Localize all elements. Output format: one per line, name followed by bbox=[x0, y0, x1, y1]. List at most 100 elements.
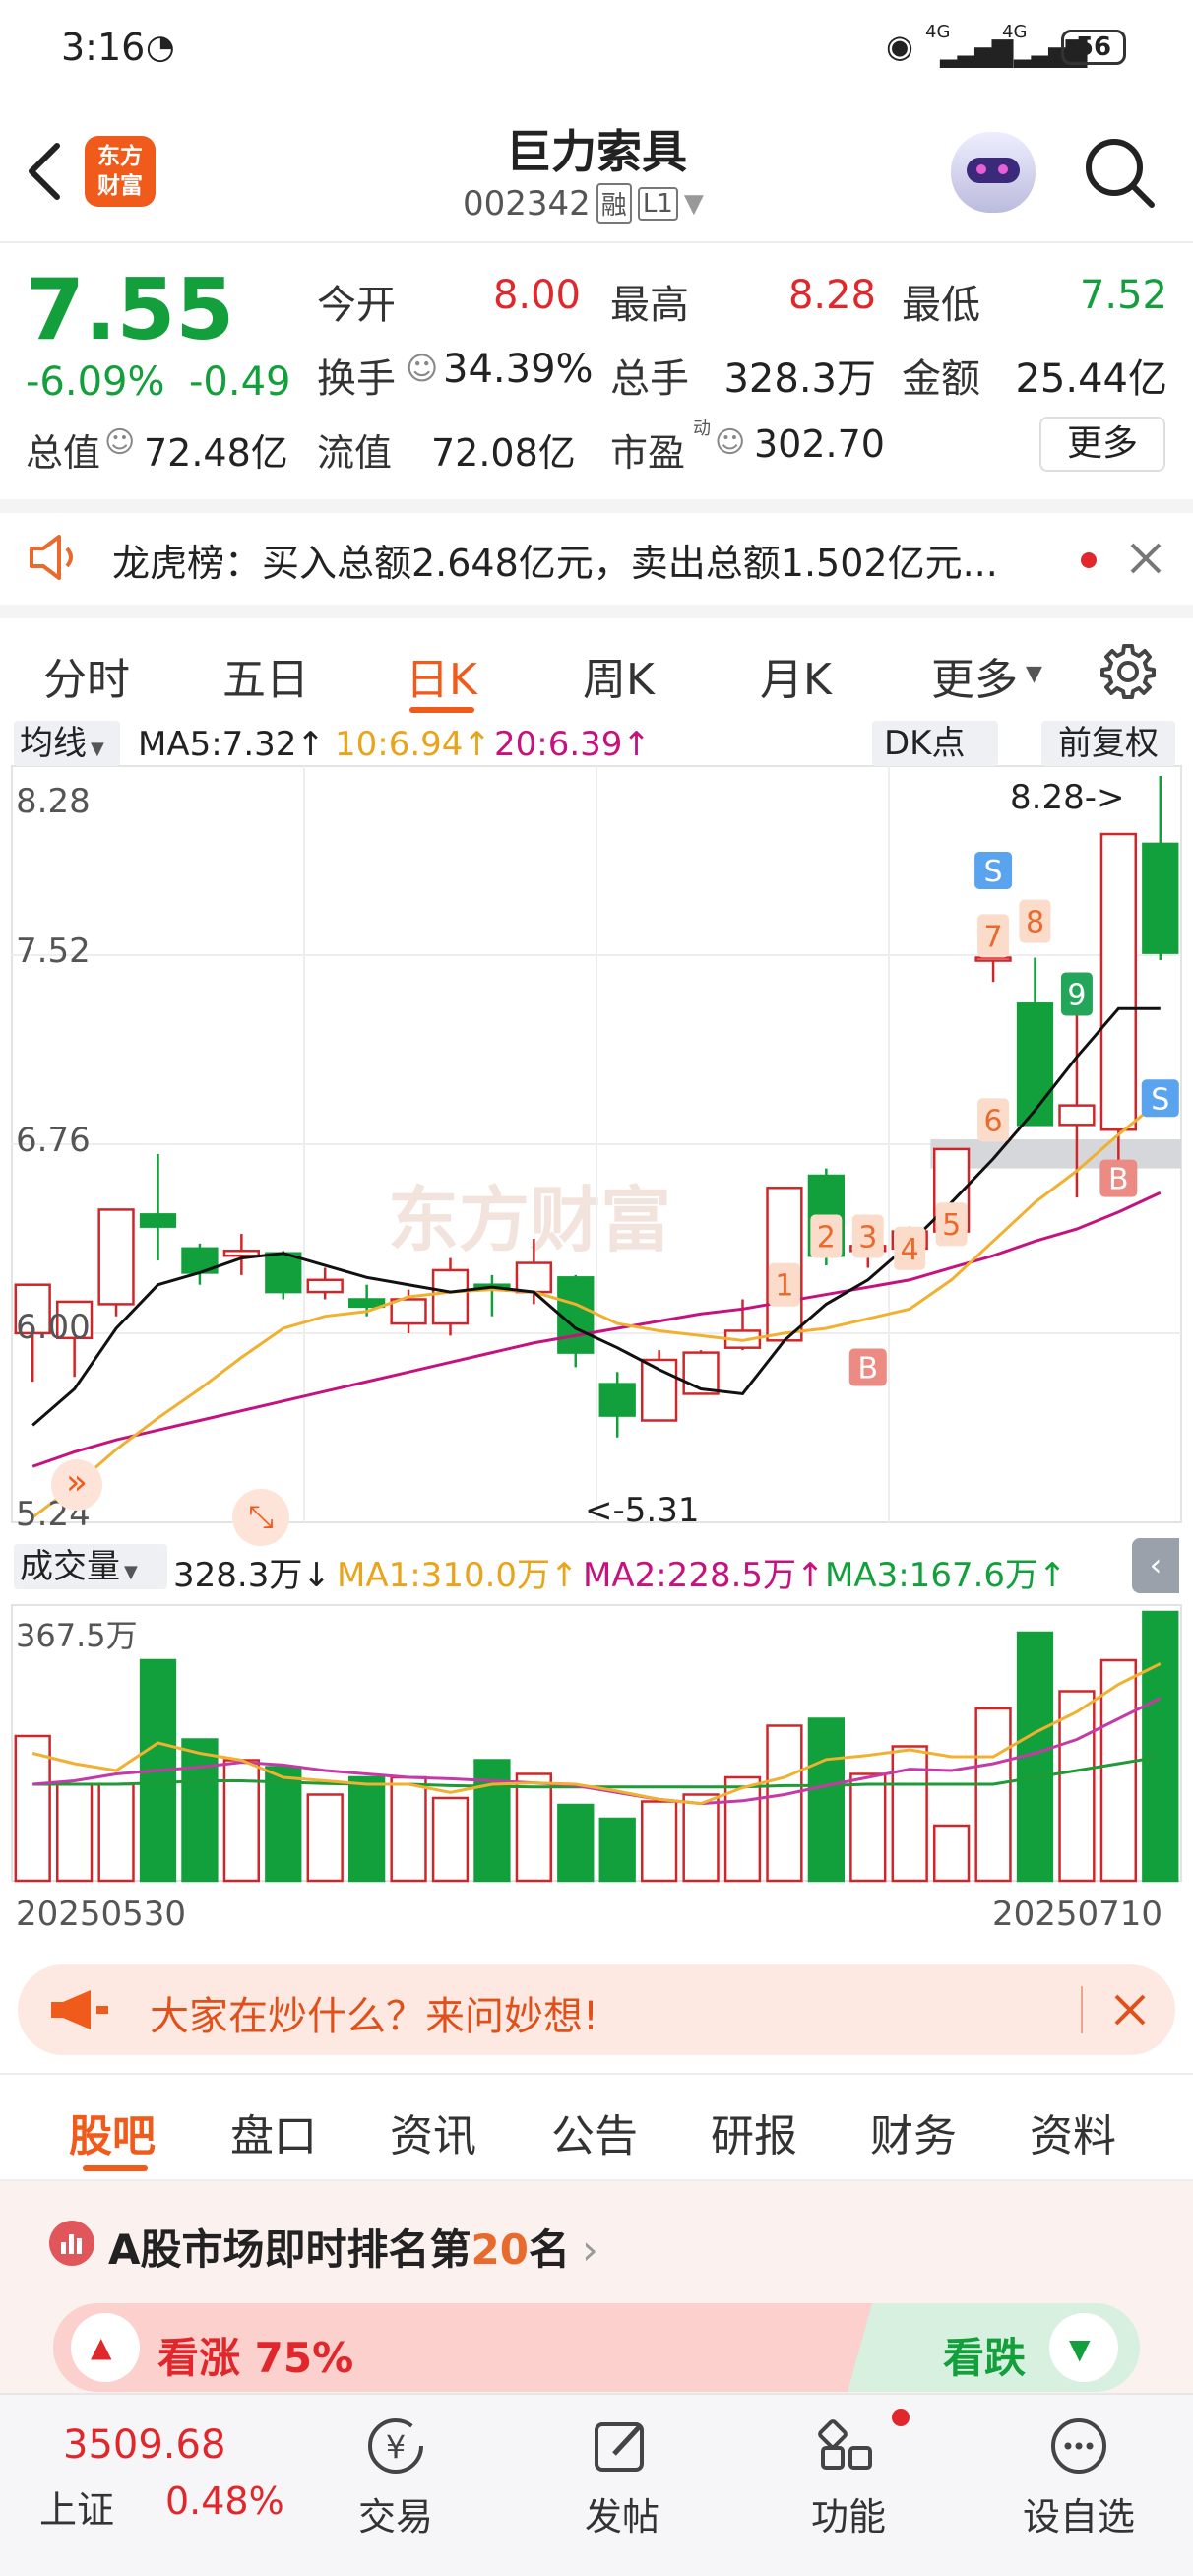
end-date: 20250710 bbox=[992, 1895, 1163, 1934]
rank-text[interactable]: A股市场即时排名第20名 › bbox=[108, 2217, 598, 2277]
volume-bar bbox=[891, 1745, 928, 1883]
volume-bar bbox=[932, 1824, 971, 1883]
candle-body bbox=[1142, 842, 1179, 954]
down-arrow-icon: ▼ bbox=[1069, 2333, 1091, 2365]
notice-bar[interactable]: 龙虎榜：买入总额2.648亿元，卖出总额1.502亿元... bbox=[0, 499, 1193, 605]
rank-chart-icon bbox=[49, 2221, 94, 2266]
tab-news[interactable]: 资讯 bbox=[390, 2100, 476, 2163]
float-label: 流值 bbox=[317, 431, 393, 475]
volume-bar bbox=[306, 1793, 344, 1883]
change-pct: -6.09% bbox=[26, 359, 165, 405]
signal1-icon: ▂▃▅▇ bbox=[940, 35, 1013, 68]
add-watchlist-label: 设自选 bbox=[1022, 2495, 1135, 2539]
assistant-robot-icon[interactable] bbox=[951, 132, 1036, 213]
open-value: 8.00 bbox=[492, 273, 581, 318]
rank-number: 20 bbox=[471, 2225, 529, 2274]
more-button[interactable]: 更多 bbox=[1039, 417, 1165, 472]
notice-text: 龙虎榜：买入总额2.648亿元，卖出总额1.502亿元... bbox=[112, 542, 998, 585]
bear-button[interactable]: ▼ bbox=[1049, 2313, 1118, 2382]
tab-weekly-k[interactable]: 周K bbox=[583, 644, 655, 707]
volume-bar bbox=[807, 1717, 846, 1883]
candle-body bbox=[1058, 1104, 1096, 1127]
ma20-label: 20:6.39↑ bbox=[494, 725, 651, 764]
tab-finance[interactable]: 财务 bbox=[870, 2100, 957, 2163]
tab-announcements[interactable]: 公告 bbox=[551, 2100, 638, 2163]
volume-bar bbox=[557, 1803, 595, 1883]
close-icon[interactable] bbox=[1112, 1992, 1148, 2028]
settings-gear-icon[interactable] bbox=[1099, 642, 1158, 701]
volume-bar bbox=[766, 1724, 803, 1883]
volume-bar bbox=[473, 1759, 511, 1883]
candle-body bbox=[598, 1383, 636, 1417]
stock-code-row[interactable]: 002342 融 L1 ▼ bbox=[463, 183, 704, 224]
unread-dot bbox=[1081, 552, 1097, 568]
candle-body bbox=[390, 1298, 427, 1325]
post-button[interactable]: 发帖 bbox=[573, 2415, 671, 2541]
ai-banner[interactable]: 大家在炒什么？来问妙想! bbox=[18, 1964, 1175, 2055]
tab-research[interactable]: 研报 bbox=[711, 2100, 797, 2163]
amount-value: 25.44亿 bbox=[1015, 356, 1167, 402]
open-label: 今开 bbox=[317, 283, 396, 328]
tab-guba[interactable]: 股吧 bbox=[69, 2100, 156, 2163]
content-tabs: 股吧 盘口 资讯 公告 研报 财务 资料 bbox=[0, 2073, 1193, 2181]
tab-minute[interactable]: 分时 bbox=[43, 644, 130, 707]
rank-prefix: A股市场即时排名第 bbox=[108, 2225, 471, 2274]
tab-daily-k[interactable]: 日K bbox=[406, 644, 477, 707]
dk-point-button[interactable]: DK点 bbox=[872, 721, 998, 766]
tab-more[interactable]: 更多 bbox=[931, 644, 1018, 707]
pe-label: 市盈 bbox=[610, 431, 686, 475]
adjust-button[interactable]: 前复权 bbox=[1041, 721, 1175, 766]
signal-label: 3 bbox=[858, 1221, 877, 1256]
status-bar: 3:16 ◔ ◉ 4G ▂▃▅▇ 4G ▂▃▅▇ 56 bbox=[0, 0, 1193, 98]
functions-button[interactable]: 功能 bbox=[799, 2415, 898, 2541]
level-tag: L1 bbox=[637, 186, 678, 221]
bottom-toolbar: 3509.68 上证 0.48% ¥ 交易 发帖 功能 设自选 bbox=[0, 2393, 1193, 2576]
functions-badge-dot bbox=[892, 2409, 910, 2426]
add-watchlist-button[interactable]: 设自选 bbox=[1020, 2415, 1138, 2541]
expand-left-icon[interactable]: » bbox=[51, 1459, 102, 1511]
candle-body bbox=[347, 1298, 386, 1309]
candle-body bbox=[557, 1276, 595, 1354]
edit-icon bbox=[595, 2422, 644, 2472]
index-value[interactable]: 3509.68 bbox=[63, 2422, 225, 2468]
quote-panel: 7.55 -6.09% -0.49 今开 8.00 最高 8.28 最低 7.5… bbox=[0, 241, 1193, 499]
signal-label: S bbox=[1151, 1082, 1169, 1117]
signal-label: B bbox=[1108, 1163, 1129, 1197]
kline-chart-svg[interactable]: 东方财富 12 3 45 6 7 8 9 B B S S bbox=[0, 713, 1193, 1934]
hotspot-icon: ◉ bbox=[886, 28, 913, 65]
trade-button[interactable]: ¥ 交易 bbox=[346, 2415, 445, 2541]
price-axis-label: 7.52 bbox=[16, 932, 91, 971]
speed-icon: ◔ bbox=[146, 28, 175, 67]
bull-button[interactable]: ▲ bbox=[71, 2313, 140, 2382]
volume-bar bbox=[515, 1772, 553, 1883]
kline-chart-area[interactable]: 东方财富 123456789BBSS 均线 ▼ MA5:7.32↑ 10:6.94… bbox=[0, 713, 1193, 1934]
close-icon[interactable] bbox=[1128, 541, 1163, 576]
candle-body bbox=[1099, 832, 1138, 1131]
volume-bar bbox=[347, 1775, 386, 1883]
volume-bar bbox=[640, 1800, 678, 1883]
tab-pankou[interactable]: 盘口 bbox=[230, 2100, 317, 2163]
stock-code: 002342 bbox=[463, 183, 591, 224]
tab-five-day[interactable]: 五日 bbox=[222, 644, 309, 707]
collapse-panel-button[interactable]: ‹ bbox=[1132, 1538, 1179, 1593]
info-icon[interactable]: ☺ bbox=[406, 350, 438, 387]
search-icon[interactable] bbox=[1083, 136, 1158, 211]
info-icon[interactable]: ☺ bbox=[715, 425, 745, 460]
volume-bar bbox=[849, 1772, 887, 1883]
ma5-label: MA5:7.32↑ bbox=[138, 725, 325, 764]
tab-monthly-k[interactable]: 月K bbox=[760, 644, 832, 707]
volume-bar bbox=[974, 1707, 1012, 1883]
turnover-label: 换手 bbox=[317, 356, 396, 402]
info-icon[interactable]: ☺ bbox=[104, 425, 135, 460]
indicator-select[interactable]: 均线 ▼ bbox=[14, 721, 120, 766]
fullscreen-icon[interactable]: ⤡ bbox=[232, 1489, 289, 1546]
candle-body bbox=[1016, 1002, 1054, 1127]
dk-point-label: DK点 bbox=[884, 724, 966, 763]
nav-bar: 东方 财富 巨力索具 002342 融 L1 ▼ bbox=[0, 98, 1193, 241]
last-price: 7.55 bbox=[26, 261, 235, 359]
float-value: 72.08亿 bbox=[431, 431, 576, 475]
volume-bar bbox=[97, 1782, 135, 1883]
watermark-text: 东方财富 bbox=[388, 1179, 671, 1261]
tab-profile[interactable]: 资料 bbox=[1030, 2100, 1116, 2163]
volume-indicator-select[interactable]: 成交量 ▼ bbox=[14, 1544, 167, 1589]
